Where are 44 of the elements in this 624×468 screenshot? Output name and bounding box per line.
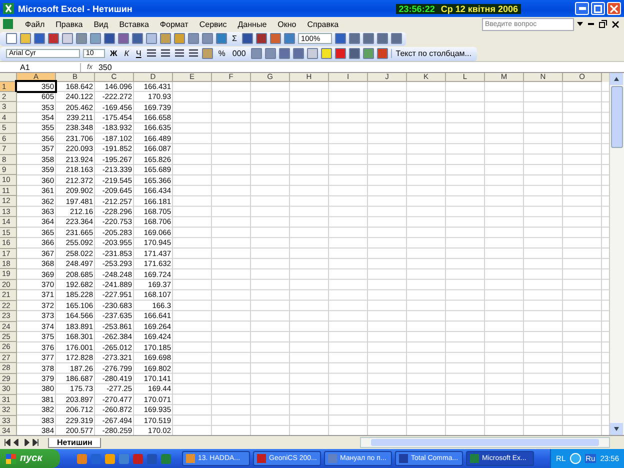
scroll-thumb[interactable] <box>611 86 623 148</box>
menu-item[interactable]: Вставка <box>114 20 154 28</box>
align-right-icon[interactable] <box>174 49 186 58</box>
menu-item[interactable]: Справка <box>302 20 344 28</box>
select-all-corner[interactable] <box>0 73 17 82</box>
percent-button[interactable]: % <box>216 49 228 58</box>
name-box[interactable]: A1 <box>0 62 81 72</box>
start-button[interactable]: пуск <box>0 449 60 468</box>
align-center-icon[interactable] <box>160 49 172 58</box>
menu-item[interactable]: Окно <box>272 20 302 28</box>
align-left-icon[interactable] <box>146 49 158 58</box>
underline-button[interactable]: Ч <box>134 49 144 58</box>
minimize-icon[interactable] <box>586 23 596 25</box>
italic-button[interactable]: К <box>122 49 131 58</box>
merge-icon[interactable] <box>188 49 200 58</box>
vertical-scrollbar[interactable] <box>609 73 624 435</box>
bold-button[interactable]: Ж <box>108 49 120 58</box>
tray-icon[interactable] <box>570 453 581 464</box>
scroll-down-button[interactable] <box>610 423 623 435</box>
menu-item[interactable]: Файл <box>20 20 50 28</box>
autosum-button[interactable]: Σ <box>230 34 239 43</box>
clock-date: Ср 12 квітня 2006 <box>440 4 518 14</box>
menu-item[interactable]: Правка <box>50 20 88 28</box>
close-button[interactable] <box>607 2 621 15</box>
restore-icon[interactable] <box>597 20 609 28</box>
minimize-button[interactable] <box>575 2 589 15</box>
minimize-icon <box>578 7 586 10</box>
text-to-columns-button[interactable]: Текст по столбцам... <box>390 49 474 58</box>
formula-field[interactable]: 350 <box>98 62 112 72</box>
thousands-button[interactable]: 000 <box>230 49 248 58</box>
close-icon <box>610 4 618 12</box>
scroll-up-button[interactable] <box>610 73 623 85</box>
maximize-button[interactable] <box>591 2 605 15</box>
menu-item[interactable]: Данные <box>232 20 272 28</box>
clock-time: 23:56:22 <box>398 4 435 14</box>
menu-item[interactable]: Формат <box>154 20 194 28</box>
close-icon[interactable] <box>610 20 621 28</box>
maximize-icon <box>594 4 602 12</box>
sheet-tab[interactable]: Нетишин <box>48 438 102 448</box>
dropdown-arrow-icon[interactable] <box>575 22 585 26</box>
horizontal-scrollbar[interactable] <box>360 437 610 448</box>
menu-item[interactable]: Сервис <box>194 20 232 28</box>
window-title: Microsoft Excel - Нетишин <box>18 4 132 14</box>
menu-item[interactable]: Вид <box>88 20 114 28</box>
